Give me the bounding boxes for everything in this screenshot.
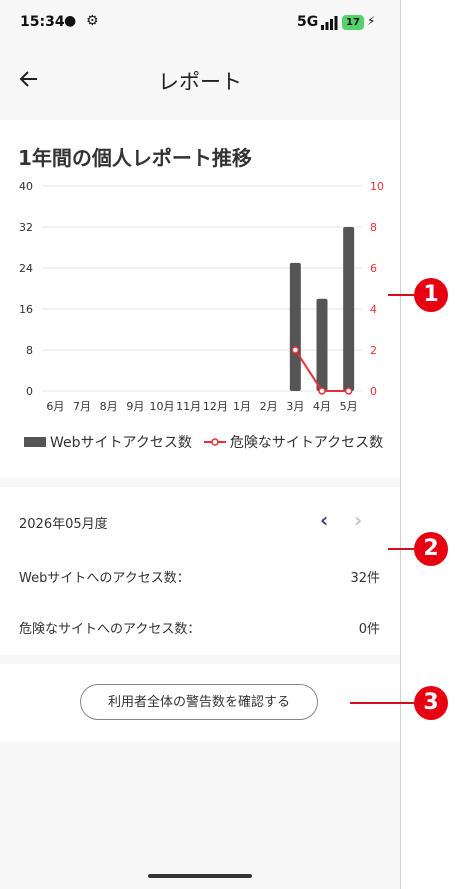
- battery-icon: 17: [342, 15, 364, 30]
- line-point: [344, 387, 353, 395]
- chart-title: 1年間の個人レポート推移: [18, 146, 252, 170]
- x-tick-label: 10月: [150, 400, 175, 413]
- bar: [316, 298, 328, 391]
- bar: [289, 262, 301, 391]
- y-left-tick-label: 40: [19, 180, 33, 193]
- previous-month-chevron-icon[interactable]: ‹: [320, 508, 328, 532]
- callout-2-badge: 2: [414, 532, 448, 566]
- callout-3-badge: 3: [414, 686, 448, 720]
- y-left-tick-label: 24: [19, 262, 33, 275]
- x-tick-label: 8月: [100, 400, 118, 413]
- y-right-tick-label: 10: [370, 180, 384, 193]
- legend-bar-label: Webサイトアクセス数: [50, 435, 192, 451]
- web-access-value: 32件: [350, 571, 380, 586]
- chart-legend: Webサイトアクセス数 危険なサイトアクセス数: [24, 432, 383, 452]
- x-tick-label: 1月: [233, 400, 251, 413]
- legend-bar-swatch: [24, 437, 46, 447]
- y-left-tick-label: 16: [19, 303, 33, 316]
- app-header: レポート: [0, 50, 400, 108]
- x-tick-label: 11月: [176, 400, 201, 413]
- access-chart: 40 32 24 16 8 0 10 8 6 4 2 0 6月 7月 8月 9月 10月 11月 12月 1月 2月 3月…: [19, 180, 384, 413]
- gear-icon: ⚙: [86, 13, 99, 29]
- status-bar: 15:34 ● ⚙ 5G 17 ⚡: [0, 0, 400, 46]
- x-tick-label: 5月: [340, 400, 358, 413]
- x-tick-label: 7月: [73, 400, 91, 413]
- x-tick-label: 2月: [260, 400, 278, 413]
- callout-3-line: [350, 702, 416, 704]
- callout-1-badge: 1: [414, 278, 448, 312]
- line-point: [291, 346, 300, 354]
- y-left-tick-label: 8: [26, 344, 33, 357]
- y-right-tick-label: 0: [370, 385, 377, 398]
- danger-access-value: 0件: [358, 622, 380, 637]
- y-left-tick-label: 32: [19, 221, 33, 234]
- phone-screen: 15:34 ● ⚙ 5G 17 ⚡ レポート 1年間の個人レポート推移 40 32…: [0, 0, 401, 889]
- x-tick-label: 4月: [313, 400, 331, 413]
- signal-icon: [321, 16, 338, 30]
- next-month-chevron-icon[interactable]: ›: [354, 508, 362, 532]
- x-tick-label: 6月: [46, 400, 64, 413]
- network-type: 5G: [297, 14, 319, 30]
- summary-card: 2026年05月度 ‹ › Webサイトへのアクセス数： 32件 危険なサイトへ…: [0, 487, 400, 655]
- notification-icon: ●: [64, 13, 77, 29]
- report-month: 2026年05月度: [19, 517, 108, 532]
- status-time: 15:34: [20, 14, 65, 30]
- y-right-tick-label: 6: [370, 262, 377, 275]
- page-title: レポート: [158, 70, 242, 94]
- home-indicator[interactable]: [148, 874, 252, 878]
- x-tick-label: 9月: [126, 400, 144, 413]
- view-all-warnings-button[interactable]: 利用者全体の警告数を確認する: [80, 684, 318, 720]
- bar: [343, 227, 355, 391]
- action-card: 利用者全体の警告数を確認する: [0, 664, 400, 742]
- y-right-tick-label: 4: [370, 303, 377, 316]
- charging-icon: ⚡: [367, 14, 376, 28]
- x-tick-label: 12月: [203, 400, 228, 413]
- legend-line-label: 危険なサイトアクセス数: [229, 435, 384, 451]
- web-access-label: Webサイトへのアクセス数：: [19, 571, 190, 586]
- x-tick-label: 3月: [286, 400, 304, 413]
- legend-line-swatch: [203, 438, 226, 446]
- danger-access-label: 危険なサイトへのアクセス数：: [19, 622, 201, 637]
- y-left-tick-label: 0: [26, 385, 33, 398]
- y-right-tick-label: 2: [370, 344, 377, 357]
- line-point: [318, 387, 326, 395]
- chart-card: 1年間の個人レポート推移 40 32 24 16 8 0 10 8 6 4 2 0 6月 7月 8月 9月 10…: [0, 120, 400, 478]
- y-right-tick-label: 8: [370, 221, 377, 234]
